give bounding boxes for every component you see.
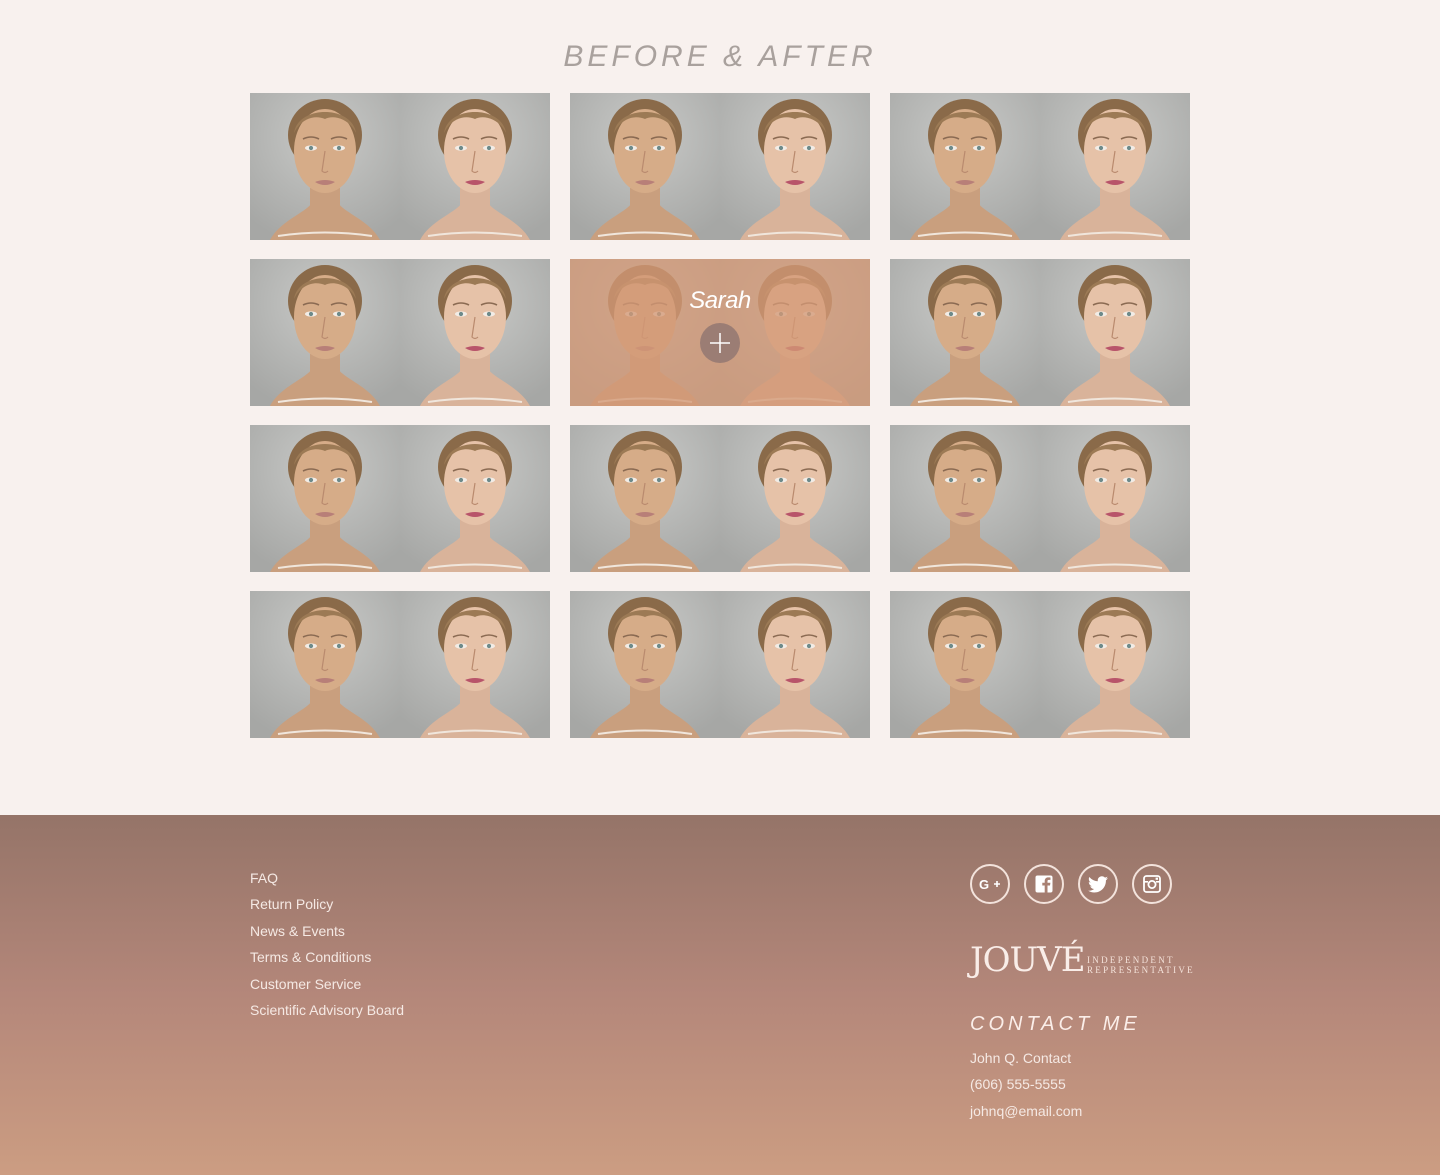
before-photo xyxy=(250,591,400,738)
brand-tagline-line-1: INDEPENDENT xyxy=(1087,955,1175,965)
before-after-tile[interactable]: Sarah xyxy=(570,259,870,406)
footer-links: FAQ Return Policy News & Events Terms & … xyxy=(250,865,404,1023)
before-after-tile[interactable] xyxy=(890,425,1190,572)
after-photo xyxy=(1040,259,1190,406)
expand-plus-button[interactable] xyxy=(700,323,740,363)
contact-info: John Q. Contact (606) 555-5555 johnq@ema… xyxy=(970,1045,1082,1124)
before-after-tile[interactable] xyxy=(890,259,1190,406)
site-footer: FAQ Return Policy News & Events Terms & … xyxy=(0,815,1440,1175)
brand-tagline: INDEPENDENT REPRESENTATIVE xyxy=(1087,955,1195,975)
after-photo xyxy=(720,591,870,738)
after-photo xyxy=(720,93,870,240)
social-links: G xyxy=(970,864,1172,904)
before-after-tile[interactable] xyxy=(570,93,870,240)
before-photo xyxy=(890,259,1040,406)
facebook-icon[interactable] xyxy=(1024,864,1064,904)
contact-email[interactable]: johnq@email.com xyxy=(970,1098,1082,1124)
tile-hover-overlay[interactable]: Sarah xyxy=(570,259,870,406)
before-photo xyxy=(250,93,400,240)
before-photo xyxy=(570,93,720,240)
contact-heading: CONTACT ME xyxy=(970,1013,1141,1035)
twitter-icon[interactable] xyxy=(1078,864,1118,904)
after-photo xyxy=(1040,425,1190,572)
after-photo xyxy=(400,591,550,738)
before-photo xyxy=(570,425,720,572)
footer-link-news-events[interactable]: News & Events xyxy=(250,918,404,944)
footer-link-terms-conditions[interactable]: Terms & Conditions xyxy=(250,944,404,970)
svg-text:G: G xyxy=(979,877,989,891)
before-photo xyxy=(250,259,400,406)
after-photo xyxy=(400,93,550,240)
contact-name: John Q. Contact xyxy=(970,1050,1072,1066)
jouve-logo: JOUVÉ INDEPENDENT REPRESENTATIVE xyxy=(970,940,1193,980)
google-plus-icon[interactable]: G xyxy=(970,864,1010,904)
after-photo xyxy=(1040,93,1190,240)
after-photo xyxy=(720,425,870,572)
footer-link-scientific-advisory-board[interactable]: Scientific Advisory Board xyxy=(250,997,404,1023)
plus-icon xyxy=(710,333,730,353)
before-after-tile[interactable] xyxy=(890,591,1190,738)
before-photo xyxy=(890,591,1040,738)
before-after-tile[interactable] xyxy=(570,591,870,738)
after-photo xyxy=(400,425,550,572)
before-after-tile[interactable] xyxy=(250,425,550,572)
footer-link-faq[interactable]: FAQ xyxy=(250,865,404,891)
before-after-tile[interactable] xyxy=(570,425,870,572)
footer-link-return-policy[interactable]: Return Policy xyxy=(250,891,404,917)
after-photo xyxy=(400,259,550,406)
client-name: Sarah xyxy=(689,287,751,314)
before-photo xyxy=(570,591,720,738)
after-photo xyxy=(1040,591,1190,738)
page-title: BEFORE & AFTER xyxy=(563,40,877,73)
before-photo xyxy=(250,425,400,572)
brand-tagline-line-2: REPRESENTATIVE xyxy=(1087,965,1195,975)
brand-wordmark: JOUVÉ xyxy=(970,940,1086,980)
before-after-tile[interactable] xyxy=(250,93,550,240)
instagram-icon[interactable] xyxy=(1132,864,1172,904)
before-after-tile[interactable] xyxy=(250,591,550,738)
footer-link-customer-service[interactable]: Customer Service xyxy=(250,971,404,997)
contact-phone[interactable]: (606) 555-5555 xyxy=(970,1071,1082,1097)
before-photo xyxy=(890,93,1040,240)
before-after-tile[interactable] xyxy=(250,259,550,406)
before-photo xyxy=(890,425,1040,572)
before-after-gallery: Sarah xyxy=(250,93,1190,738)
before-after-tile[interactable] xyxy=(890,93,1190,240)
